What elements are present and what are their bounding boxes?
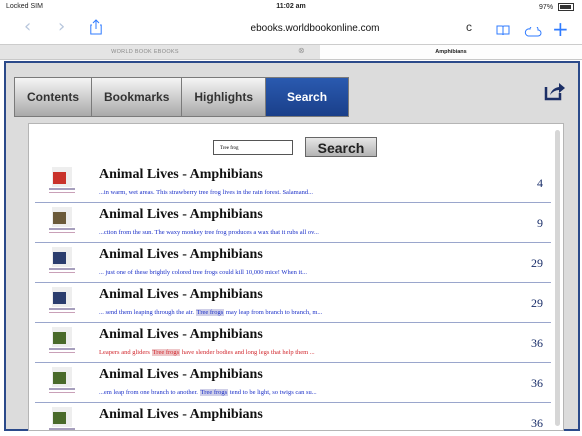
- match-highlight: Tree frogs: [199, 389, 229, 396]
- result-page-number: 9: [537, 216, 543, 230]
- result-title: Animal Lives - Amphibians: [99, 407, 263, 422]
- result-title: Animal Lives - Amphibians: [99, 167, 263, 182]
- result-row[interactable]: Animal Lives - Amphibians ... send them l…: [35, 283, 551, 323]
- scrollbar[interactable]: [555, 130, 560, 426]
- battery-indicator: 97%: [539, 3, 574, 11]
- battery-percent: 97%: [539, 3, 554, 11]
- reload-icon[interactable]: c: [466, 20, 472, 34]
- browser-tab-strip: WORLD BOOK EBOOKS ⊗ Amphibians: [0, 44, 582, 60]
- book-thumbnail: [49, 287, 75, 317]
- book-thumbnail: [49, 207, 75, 237]
- book-thumbnail: [49, 247, 75, 277]
- browser-tab-amphibians[interactable]: Amphibians: [320, 45, 582, 59]
- result-page-number: 36: [531, 416, 543, 430]
- search-results-panel: Tree frog Search Animal Lives - Amphibia…: [28, 123, 564, 431]
- tab-contents[interactable]: Contents: [15, 78, 92, 116]
- book-thumbnail: [49, 367, 75, 397]
- match-highlight: Tree frogs: [195, 309, 225, 316]
- forward-icon[interactable]: ›: [58, 16, 65, 37]
- result-snippet: ...ction from the sun. The waxy monkey t…: [99, 229, 319, 236]
- match-highlight: Tree frogs: [151, 349, 181, 356]
- result-page-number: 29: [531, 296, 543, 310]
- battery-icon: [558, 3, 574, 11]
- tab-highlights[interactable]: Highlights: [182, 78, 267, 116]
- results-list: Animal Lives - Amphibians ...in warm, wet…: [35, 163, 551, 430]
- result-snippet: ...em leap from one branch to another. T…: [99, 389, 317, 396]
- tab-close-icon[interactable]: ⊗: [298, 46, 305, 55]
- search-input[interactable]: Tree frog: [213, 140, 293, 155]
- result-title: Animal Lives - Amphibians: [99, 327, 263, 342]
- result-title: Animal Lives - Amphibians: [99, 207, 263, 222]
- result-page-number: 36: [531, 376, 543, 390]
- result-row[interactable]: Animal Lives - Amphibians ...em leap from…: [35, 363, 551, 403]
- share-icon[interactable]: [90, 19, 102, 40]
- search-button[interactable]: Search: [305, 137, 377, 157]
- result-snippet: ... send them leaping through the air. T…: [99, 309, 323, 316]
- clock: 11:02 am: [276, 3, 306, 10]
- result-snippet: ...in warm, wet areas. This strawberry t…: [99, 189, 313, 196]
- result-row[interactable]: Animal Lives - Amphibians ...ction from t…: [35, 203, 551, 243]
- tab-search[interactable]: Search: [266, 78, 349, 116]
- result-title: Animal Lives - Amphibians: [99, 247, 263, 262]
- book-thumbnail: [49, 407, 75, 430]
- result-page-number: 29: [531, 256, 543, 270]
- result-page-number: 36: [531, 336, 543, 350]
- browser-toolbar: ‹ › ebooks.worldbookonline.com c +: [0, 14, 582, 44]
- reader-tabs: Contents Bookmarks Highlights Search: [14, 77, 350, 117]
- ebook-reader-panel: Contents Bookmarks Highlights Search Tre…: [4, 61, 580, 431]
- result-title: Animal Lives - Amphibians: [99, 367, 263, 382]
- new-tab-icon[interactable]: +: [552, 17, 569, 41]
- result-row[interactable]: Animal Lives - Amphibians 36: [35, 403, 551, 430]
- book-thumbnail: [49, 167, 75, 197]
- bookmarks-icon[interactable]: [496, 23, 510, 41]
- result-page-number: 4: [537, 176, 543, 190]
- address-bar[interactable]: ebooks.worldbookonline.com: [195, 20, 435, 38]
- tab-bookmarks[interactable]: Bookmarks: [92, 78, 183, 116]
- result-row[interactable]: Animal Lives - Amphibians ... just one of…: [35, 243, 551, 283]
- browser-tab-worldbook[interactable]: WORLD BOOK EBOOKS: [0, 45, 290, 59]
- icloud-tabs-icon[interactable]: [524, 24, 542, 42]
- result-title: Animal Lives - Amphibians: [99, 287, 263, 302]
- result-row[interactable]: Animal Lives - Amphibians Leapers and gli…: [35, 323, 551, 363]
- back-icon[interactable]: ‹: [24, 16, 31, 37]
- export-icon[interactable]: [544, 81, 566, 106]
- result-row[interactable]: Animal Lives - Amphibians ...in warm, wet…: [35, 163, 551, 203]
- status-bar: Locked SIM 11:02 am 97%: [0, 0, 582, 14]
- result-snippet: ... just one of these brightly colored t…: [99, 269, 308, 276]
- result-snippet: Leapers and gliders Tree frogs have slen…: [99, 349, 315, 356]
- book-thumbnail: [49, 327, 75, 357]
